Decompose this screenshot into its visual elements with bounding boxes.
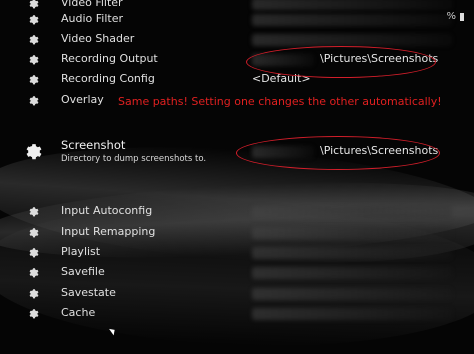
gear-icon [29,268,39,278]
gear-icon [29,207,39,217]
menu-item-cache[interactable]: Cache [0,304,474,324]
menu-item-playlist[interactable]: Playlist [0,243,474,263]
menu-item-label: Cache [61,306,96,319]
redacted-value [252,247,452,259]
menu-item-input-remapping[interactable]: Input Remapping [0,223,474,243]
redacted-path-prefix [252,146,314,158]
gear-icon [29,248,39,258]
gear-icon [29,96,39,106]
redacted-value [252,267,452,279]
gear-icon [29,55,39,65]
recording-config-value: <Default> [252,72,311,85]
menu-item-recording-output[interactable]: Recording Output \Pictures\Screenshots [0,50,474,70]
gear-icon [26,144,42,160]
annotation-text: Same paths! Setting one changes the othe… [118,95,442,108]
menu-item-label: Overlay [61,93,104,106]
gear-icon [29,15,39,25]
menu-item-label: Video Filter [61,0,123,9]
gear-icon [29,289,39,299]
screenshot-path: \Pictures\Screenshots [320,144,439,157]
menu-item-savestate[interactable]: Savestate [0,284,474,304]
menu-item-label: Recording Output [61,52,158,65]
gear-icon [29,35,39,45]
menu-item-savefile[interactable]: Savefile [0,263,474,283]
recording-output-path: \Pictures\Screenshots [320,52,439,65]
gear-icon [29,0,39,9]
redacted-value [252,288,452,300]
menu-item-label: Input Autoconfig [61,204,153,217]
menu-item-input-autoconfig[interactable]: Input Autoconfig [0,202,474,222]
gear-icon [29,309,39,319]
menu-item-screenshot[interactable]: Screenshot Directory to dump screenshots… [0,138,474,170]
menu-item-sublabel: Directory to dump screenshots to. [61,154,207,164]
menu-item-video-shader[interactable]: Video Shader [0,30,474,50]
gear-icon [29,228,39,238]
redacted-value [252,0,452,10]
redacted-value [252,14,452,26]
menu-item-recording-config[interactable]: Recording Config <Default> [0,70,474,90]
redacted-value [252,34,452,46]
menu-item-label: Recording Config [61,72,155,85]
redacted-value [252,206,452,218]
redacted-value [252,227,452,239]
redacted-path-prefix [252,54,314,66]
menu-item-label: Savestate [61,286,116,299]
menu-item-label: Playlist [61,245,101,258]
menu-item-label: Savefile [61,265,105,278]
menu-item-label: Input Remapping [61,225,156,238]
menu-item-label: Audio Filter [61,12,124,25]
menu-item-label: Screenshot [61,138,126,152]
redacted-value [252,308,452,320]
mouse-cursor-icon [109,326,117,336]
menu-item-audio-filter[interactable]: Audio Filter [0,10,474,30]
menu-item-label: Video Shader [61,32,135,45]
gear-icon [29,75,39,85]
